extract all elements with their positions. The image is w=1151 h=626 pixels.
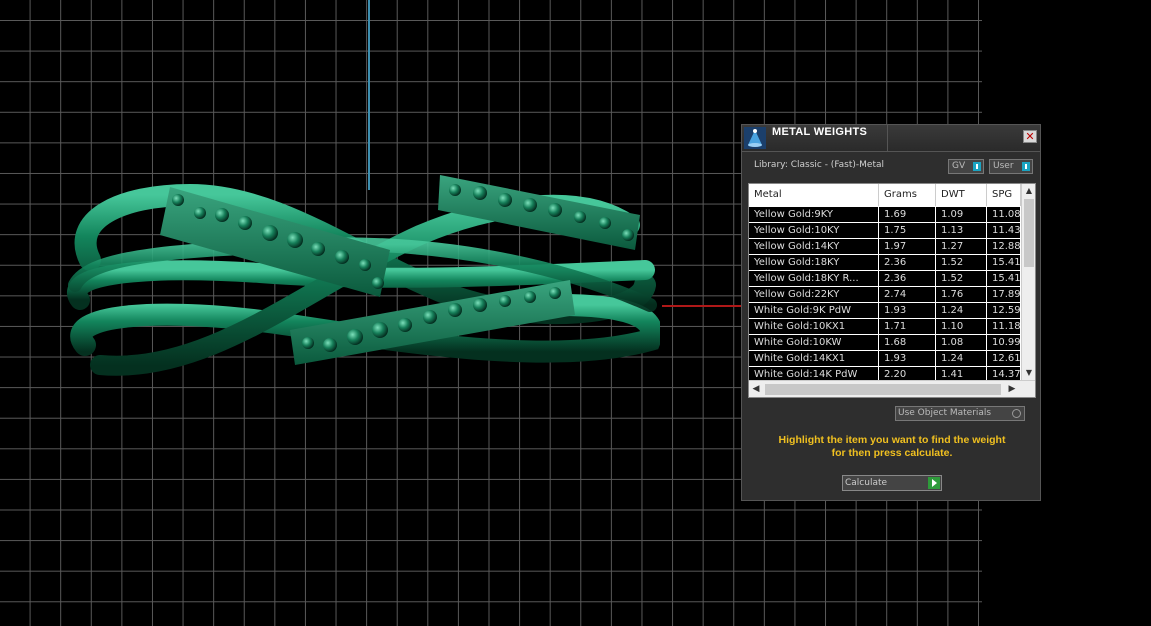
metal-weights-panel: METAL WEIGHTS ✕ Library: Classic - (Fast…: [741, 124, 1041, 501]
table-cell: Yellow Gold:18KY R...: [749, 271, 879, 287]
instruction-text: Highlight the item you want to find the …: [752, 434, 1032, 460]
close-icon: ✕: [1025, 130, 1035, 143]
table-cell: White Gold:9K PdW: [749, 303, 879, 319]
table-cell: 11.08: [987, 207, 1021, 223]
table-row[interactable]: Yellow Gold:10KY 1.75 1.13 11.43: [749, 223, 1021, 239]
toggle-knob-icon: [1022, 162, 1030, 171]
table-cell: 11.43: [987, 223, 1021, 239]
table-cell: 17.89: [987, 287, 1021, 303]
vertical-scroll-thumb[interactable]: [1024, 199, 1034, 267]
vertical-scrollbar[interactable]: ▲ ▼: [1021, 184, 1035, 380]
ring-model[interactable]: [60, 165, 660, 395]
instruction-line-1: Highlight the item you want to find the …: [778, 434, 1006, 446]
library-label: Library: Classic - (Fast)-Metal: [754, 160, 885, 170]
table-cell: White Gold:10KW: [749, 335, 879, 351]
table-cell: 1.93: [879, 351, 936, 367]
table-cell: 1.75: [879, 223, 936, 239]
table-cell: 1.52: [936, 255, 987, 271]
column-header-grams[interactable]: Grams: [879, 184, 936, 206]
table-cell: 2.36: [879, 255, 936, 271]
table-cell: 2.36: [879, 271, 936, 287]
radio-icon: [1012, 409, 1021, 418]
metal-table[interactable]: Metal Grams DWT SPG Yellow Gold:9KY 1.69 1…: [748, 183, 1036, 398]
scroll-up-icon[interactable]: ▲: [1022, 184, 1035, 198]
table-cell: Yellow Gold:10KY: [749, 223, 879, 239]
user-toggle[interactable]: User: [989, 159, 1033, 174]
gv-toggle-label: GV: [952, 161, 966, 171]
table-cell: 12.61: [987, 351, 1021, 367]
table-cell: 1.93: [879, 303, 936, 319]
table-row[interactable]: Yellow Gold:22KY 2.74 1.76 17.89: [749, 287, 1021, 303]
table-cell: 1.76: [936, 287, 987, 303]
table-row[interactable]: White Gold:10KX1 1.71 1.10 11.18: [749, 319, 1021, 335]
table-cell: Yellow Gold:14KY: [749, 239, 879, 255]
y-axis-line: [368, 0, 370, 190]
table-cell: 1.09: [936, 207, 987, 223]
table-cell: 1.97: [879, 239, 936, 255]
table-cell: Yellow Gold:22KY: [749, 287, 879, 303]
column-header-dwt[interactable]: DWT: [936, 184, 987, 206]
horizontal-scrollbar[interactable]: ◀ ▶: [749, 380, 1035, 397]
table-cell: Yellow Gold:9KY: [749, 207, 879, 223]
metal-weights-logo-icon: [744, 127, 766, 149]
table-cell: 1.68: [879, 335, 936, 351]
table-cell: Yellow Gold:18KY: [749, 255, 879, 271]
table-cell: 2.74: [879, 287, 936, 303]
close-button[interactable]: ✕: [1023, 130, 1037, 143]
panel-titlebar[interactable]: METAL WEIGHTS ✕: [742, 125, 1040, 152]
table-body: Yellow Gold:9KY 1.69 1.09 11.08 Yellow Gold:…: [749, 207, 1021, 383]
panel-title: METAL WEIGHTS: [772, 126, 868, 138]
table-cell: 10.99: [987, 335, 1021, 351]
table-cell: White Gold:14KX1: [749, 351, 879, 367]
table-row[interactable]: White Gold:10KW 1.68 1.08 10.99: [749, 335, 1021, 351]
table-cell: 11.18: [987, 319, 1021, 335]
table-cell: 1.27: [936, 239, 987, 255]
table-cell: 1.71: [879, 319, 936, 335]
scroll-down-icon[interactable]: ▼: [1022, 366, 1035, 380]
table-cell: 1.08: [936, 335, 987, 351]
table-cell: 1.13: [936, 223, 987, 239]
table-row[interactable]: White Gold:9K PdW 1.93 1.24 12.59: [749, 303, 1021, 319]
table-row[interactable]: Yellow Gold:18KY R... 2.36 1.52 15.41: [749, 271, 1021, 287]
calculate-label: Calculate: [845, 478, 888, 488]
scroll-left-icon[interactable]: ◀: [749, 381, 763, 397]
table-cell: 15.41: [987, 255, 1021, 271]
table-cell: 15.41: [987, 271, 1021, 287]
table-row[interactable]: Yellow Gold:18KY 2.36 1.52 15.41: [749, 255, 1021, 271]
title-separator: [887, 125, 888, 151]
table-cell: 12.88: [987, 239, 1021, 255]
calculate-button[interactable]: Calculate: [842, 475, 942, 491]
column-header-spg[interactable]: SPG: [987, 184, 1021, 206]
table-row[interactable]: White Gold:14KX1 1.93 1.24 12.61: [749, 351, 1021, 367]
horizontal-scroll-thumb[interactable]: [765, 384, 1001, 395]
x-axis-line: [662, 305, 742, 307]
table-cell: 1.10: [936, 319, 987, 335]
use-object-materials-option[interactable]: Use Object Materials: [895, 406, 1025, 421]
table-row[interactable]: Yellow Gold:9KY 1.69 1.09 11.08: [749, 207, 1021, 223]
table-cell: 1.52: [936, 271, 987, 287]
user-toggle-label: User: [993, 161, 1014, 171]
column-header-metal[interactable]: Metal: [749, 184, 879, 206]
table-cell: 1.24: [936, 351, 987, 367]
instruction-line-2: for then press calculate.: [831, 447, 953, 459]
table-row[interactable]: Yellow Gold:14KY 1.97 1.27 12.88: [749, 239, 1021, 255]
scroll-right-icon[interactable]: ▶: [1005, 381, 1019, 397]
use-object-materials-label: Use Object Materials: [898, 408, 992, 418]
table-cell: White Gold:10KX1: [749, 319, 879, 335]
table-cell: 12.59: [987, 303, 1021, 319]
table-cell: 1.24: [936, 303, 987, 319]
gv-toggle[interactable]: GV: [948, 159, 984, 174]
toggle-knob-icon: [973, 162, 981, 171]
play-icon: [928, 477, 940, 489]
table-cell: 1.69: [879, 207, 936, 223]
table-header: Metal Grams DWT SPG: [749, 184, 1021, 206]
